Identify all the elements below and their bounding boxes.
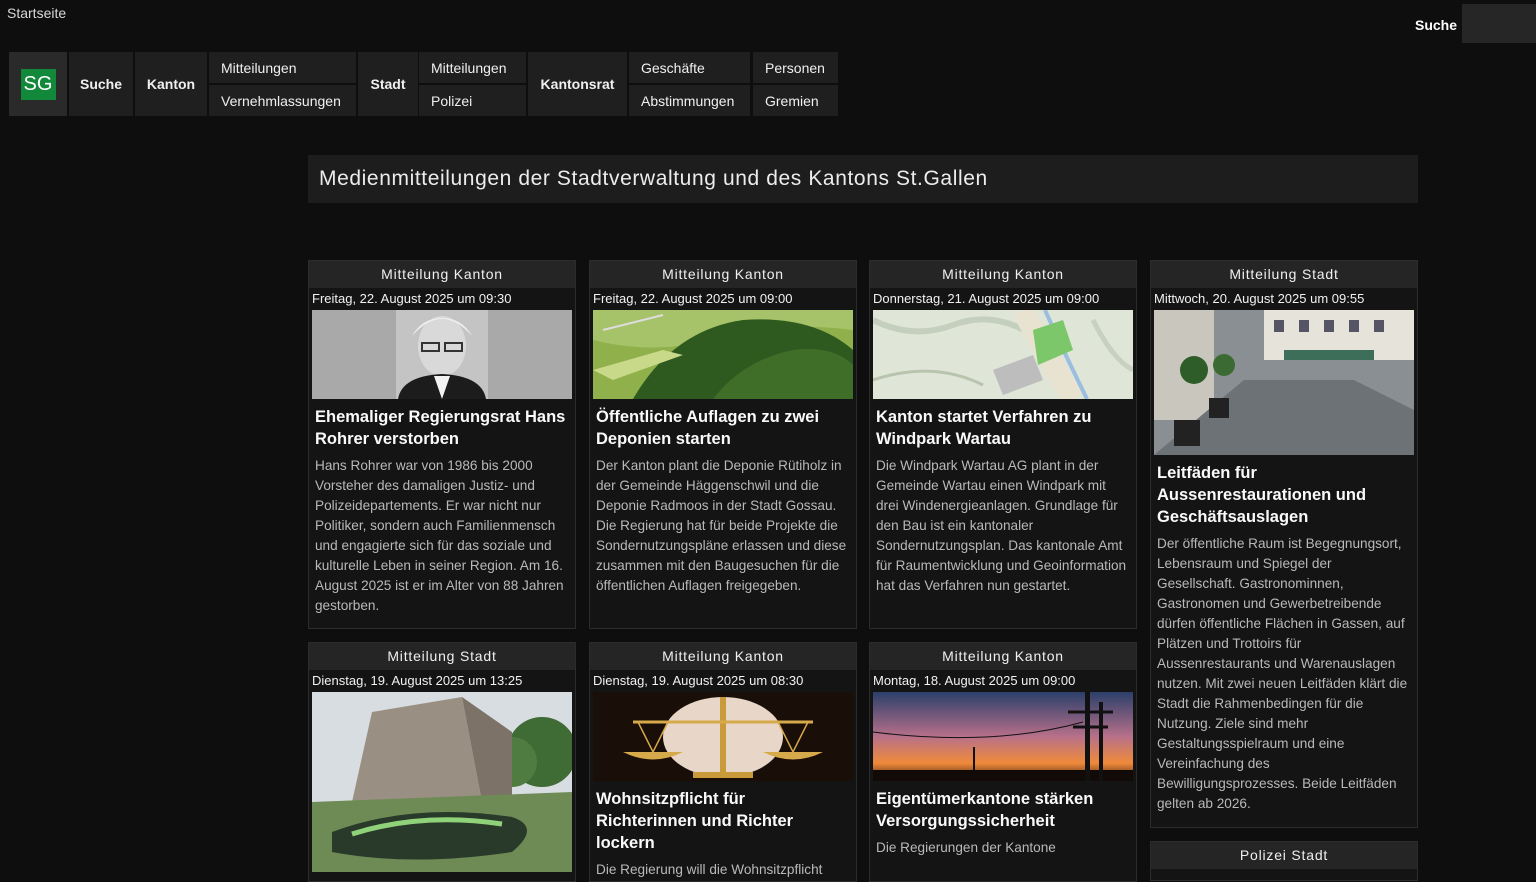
card-text: Die Windpark Wartau AG plant in der Geme… — [876, 458, 1127, 593]
news-card[interactable]: Polizei Stadt — [1150, 841, 1418, 881]
card-date: Mittwoch, 20. August 2025 um 09:55 — [1154, 291, 1365, 306]
card-text: Der öffentliche Raum ist Begegnungsort, … — [1157, 536, 1408, 811]
card-text: Die Regierung will die Wohnsitzpflicht — [596, 862, 823, 877]
card-title[interactable]: Ehemaliger Regierungsrat Hans Rohrer ver… — [309, 399, 575, 450]
news-card[interactable]: Mitteilung Kanton Montag, 18. August 202… — [869, 642, 1137, 882]
aerial-landscape-photo — [593, 310, 853, 399]
map-image — [873, 310, 1133, 399]
card-text: Die Regierungen der Kantone — [876, 840, 1056, 855]
nav-kantonsrat-geschaefte[interactable]: Geschäfte — [629, 52, 750, 83]
news-card[interactable]: Mitteilung Kanton Donnerstag, 21. August… — [869, 260, 1137, 629]
card-category: Mitteilung Kanton — [309, 261, 575, 288]
sg-logo: SG — [20, 68, 56, 100]
news-card[interactable]: Mitteilung Kanton Dienstag, 19. August 2… — [589, 642, 857, 882]
nav-kantonsrat-gremien[interactable]: Gremien — [753, 85, 838, 116]
card-text: Hans Rohrer war von 1986 bis 2000 Vorste… — [315, 458, 564, 613]
card-date: Freitag, 22. August 2025 um 09:00 — [593, 291, 793, 306]
card-date: Donnerstag, 21. August 2025 um 09:00 — [873, 291, 1100, 306]
card-category: Mitteilung Kanton — [590, 261, 856, 288]
card-date: Dienstag, 19. August 2025 um 13:25 — [312, 673, 523, 688]
home-link[interactable]: Startseite — [7, 5, 66, 21]
card-category: Polizei Stadt — [1151, 842, 1417, 869]
card-text: Der Kanton plant die Deponie Rütiholz in… — [596, 458, 847, 593]
news-card[interactable]: Mitteilung Stadt Dienstag, 19. August 20… — [308, 642, 576, 882]
card-date: Montag, 18. August 2025 um 09:00 — [873, 673, 1076, 688]
nav-suche[interactable]: Suche — [69, 52, 133, 116]
card-category: Mitteilung Kanton — [590, 643, 856, 670]
nav-kantonsrat-abstimmungen[interactable]: Abstimmungen — [629, 85, 750, 116]
card-date: Dienstag, 19. August 2025 um 08:30 — [593, 673, 804, 688]
nav-kanton-vernehmlassungen[interactable]: Vernehmlassungen — [209, 85, 356, 116]
card-category: Mitteilung Kanton — [870, 261, 1136, 288]
card-title[interactable]: Leitfäden für Aussenrestaurationen und G… — [1151, 455, 1417, 528]
nav-kanton-mitteilungen[interactable]: Mitteilungen — [209, 52, 356, 83]
nav-kantonsrat[interactable]: Kantonsrat — [528, 52, 627, 116]
search-input[interactable] — [1462, 4, 1536, 43]
nav-stadt[interactable]: Stadt — [358, 52, 418, 116]
card-title[interactable]: Eigentümerkantone stärken Versorgungssic… — [870, 781, 1136, 832]
street-photo — [1154, 310, 1414, 455]
nav-kanton[interactable]: Kanton — [135, 52, 207, 116]
card-category: Mitteilung Kanton — [870, 643, 1136, 670]
nav-stadt-polizei[interactable]: Polizei — [419, 85, 526, 116]
search-label: Suche — [1415, 17, 1458, 33]
news-card[interactable]: Mitteilung Kanton Freitag, 22. August 20… — [589, 260, 857, 629]
nav-stadt-mitteilungen[interactable]: Mitteilungen — [419, 52, 526, 83]
card-category: Mitteilung Stadt — [1151, 261, 1417, 288]
page-title: Medienmitteilungen der Stadtverwaltung u… — [308, 155, 1418, 203]
sunset-photo — [873, 692, 1133, 781]
card-title[interactable]: Wohnsitzpflicht für Richterinnen und Ric… — [590, 781, 856, 854]
card-title[interactable]: Kanton startet Verfahren zu Windpark War… — [870, 399, 1136, 450]
nav-kantonsrat-personen[interactable]: Personen — [753, 52, 838, 83]
logo-link[interactable]: SG — [9, 52, 67, 116]
building-photo — [312, 692, 572, 872]
news-card[interactable]: Mitteilung Kanton Freitag, 22. August 20… — [308, 260, 576, 629]
scales-photo — [593, 692, 853, 781]
portrait-photo — [312, 310, 572, 399]
news-card[interactable]: Mitteilung Stadt Mittwoch, 20. August 20… — [1150, 260, 1418, 828]
card-date: Freitag, 22. August 2025 um 09:30 — [312, 291, 512, 306]
card-category: Mitteilung Stadt — [309, 643, 575, 670]
card-title[interactable]: Öffentliche Auflagen zu zwei Deponien st… — [590, 399, 856, 450]
